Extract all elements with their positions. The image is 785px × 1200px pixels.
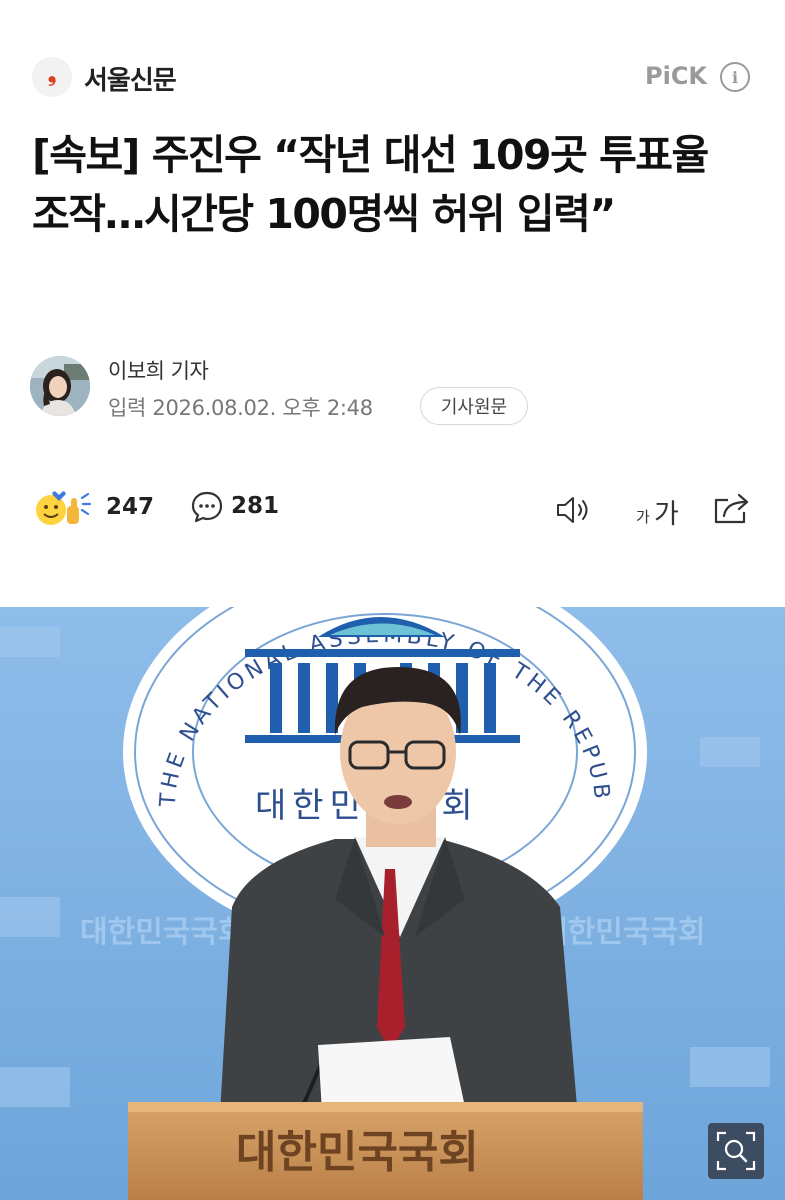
article-header: ❟ 서울신문 PiCK i	[0, 50, 785, 102]
info-icon[interactable]: i	[720, 62, 750, 92]
reaction-emoji-icon[interactable]	[34, 488, 94, 528]
comment-icon[interactable]	[190, 490, 224, 524]
press-logo[interactable]: ❟	[32, 57, 72, 97]
article-photo[interactable]: 대한민국국회 대한민국국회 THE NATIONAL ASSEMBLY OF T…	[0, 607, 785, 1200]
wall-text-left: 대한민국국회	[80, 915, 246, 950]
podium-text: 대한민국국회	[236, 1127, 479, 1178]
original-article-button[interactable]: 기사원문	[420, 387, 528, 425]
action-bar: 247 281 가 가	[0, 484, 785, 534]
font-size-icon[interactable]: 가 가	[634, 492, 684, 530]
reaction-count: 247	[106, 494, 155, 520]
press-logo-glyph: ❟	[47, 61, 57, 87]
publish-date: 입력 2026.08.02. 오후 2:48	[108, 396, 373, 420]
comment-count: 281	[231, 493, 280, 519]
press-name[interactable]: 서울신문	[84, 60, 177, 97]
wall-text-right: 대한민국국회	[540, 915, 706, 950]
font-size-small-glyph: 가	[636, 508, 650, 526]
pick-badge: PiCK	[645, 62, 708, 90]
share-icon[interactable]	[712, 490, 752, 526]
zoom-icon[interactable]	[708, 1123, 764, 1179]
speaker-icon[interactable]	[555, 494, 595, 526]
reporter-avatar[interactable]	[30, 356, 90, 416]
reporter-name[interactable]: 이보희 기자	[108, 355, 209, 385]
font-size-large-glyph: 가	[654, 499, 679, 530]
article-headline: [속보] 주진우 “작년 대선 109곳 투표율 조작…시간당 100명씩 허위…	[32, 131, 709, 238]
